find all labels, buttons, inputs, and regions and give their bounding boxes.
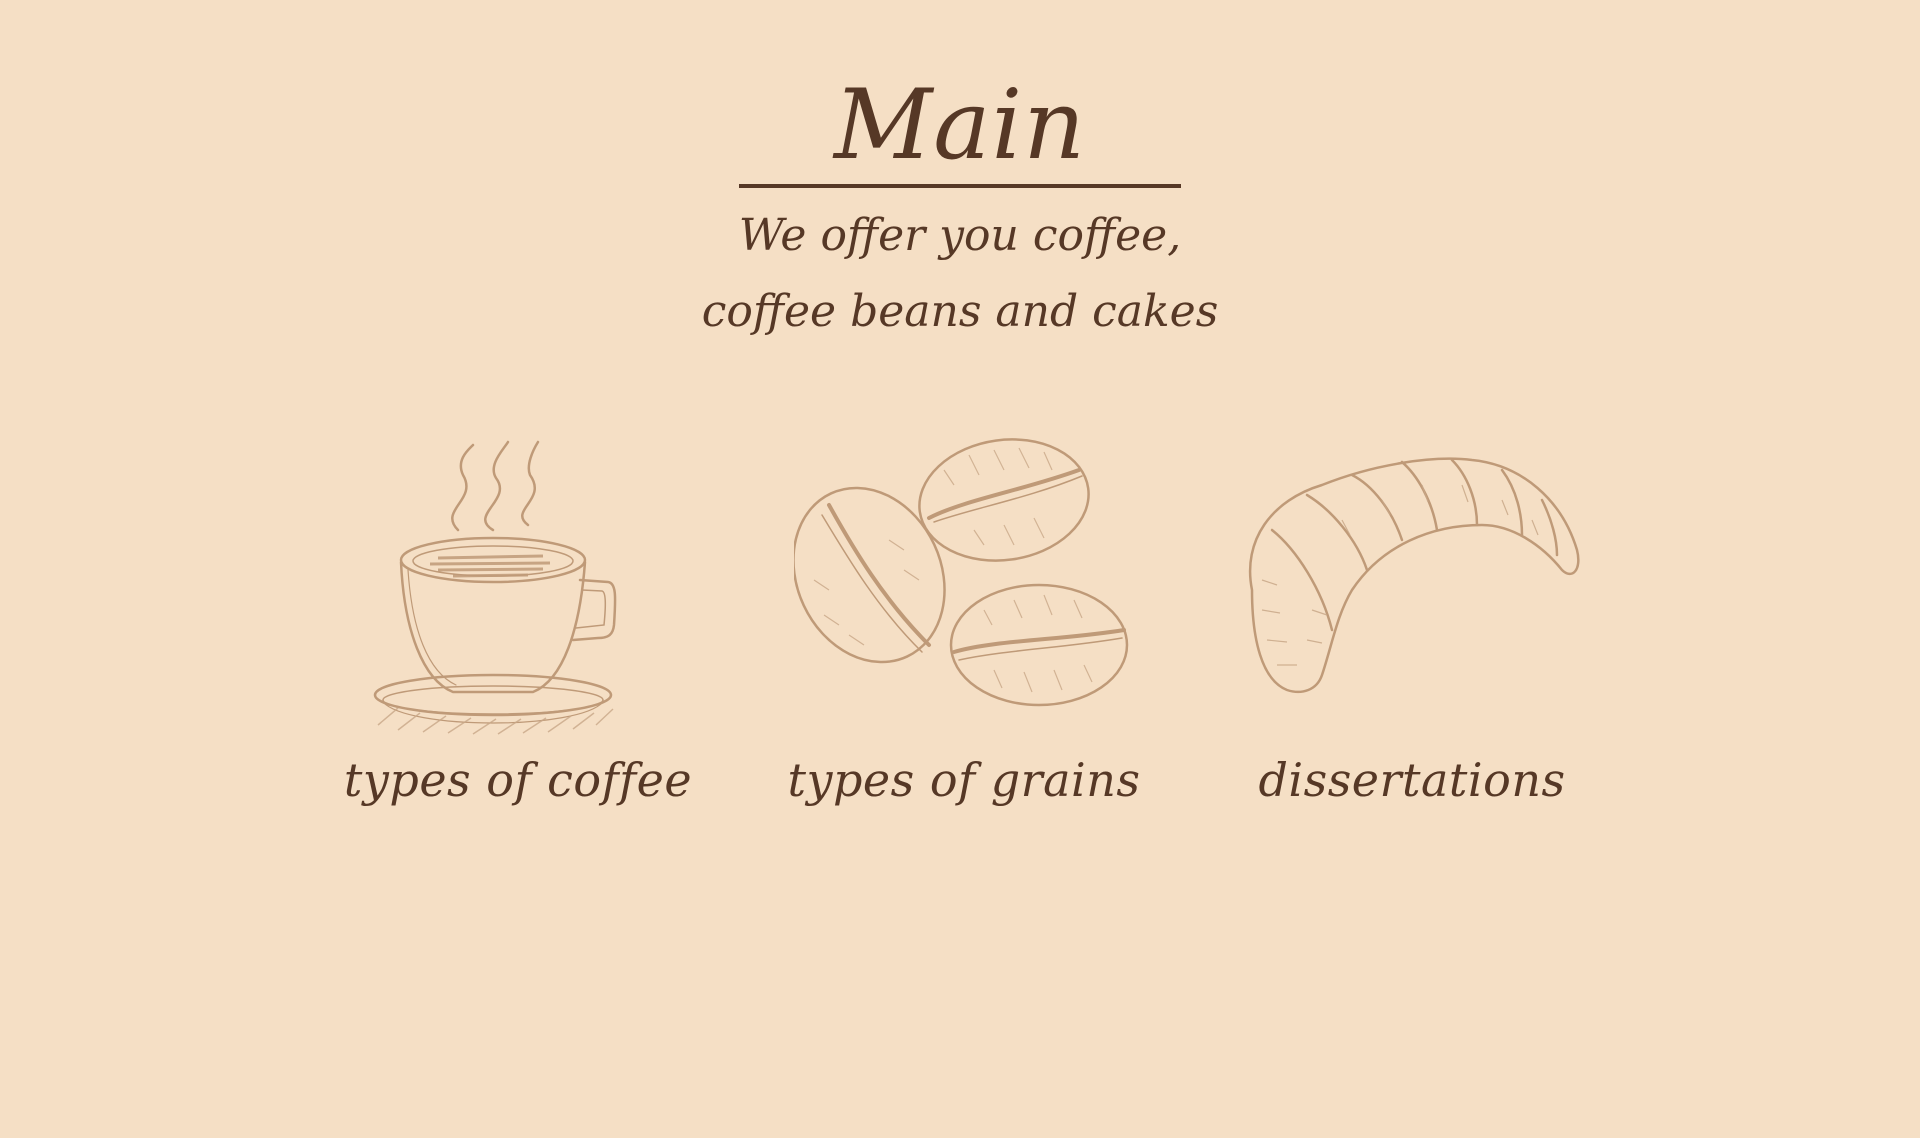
subtitle-line-1: We offer you coffee, xyxy=(738,210,1182,261)
page-header: Main We offer you coffee, coffee beans a… xyxy=(0,70,1920,350)
card-label-dissertations: dissertations xyxy=(1258,753,1566,807)
card-types-of-coffee[interactable]: types of coffee xyxy=(308,430,728,830)
card-types-of-grains[interactable]: types of grains xyxy=(754,430,1174,830)
card-label-types-of-coffee: types of coffee xyxy=(343,753,693,807)
title-underline xyxy=(739,184,1181,188)
subtitle-line-2: coffee beans and cakes xyxy=(701,286,1219,337)
croissant-icon xyxy=(1248,457,1580,694)
page-title: Main xyxy=(833,69,1087,181)
card-label-types-of-grains: types of grains xyxy=(787,753,1141,807)
card-dissertations[interactable]: dissertations xyxy=(1202,430,1622,830)
coffee-beans-icon xyxy=(794,438,1129,707)
coffee-cup-icon xyxy=(373,440,617,735)
page-subtitle: We offer you coffee, coffee beans and ca… xyxy=(0,198,1920,350)
category-cards: types of coffee types of grains disserta… xyxy=(0,430,1920,830)
